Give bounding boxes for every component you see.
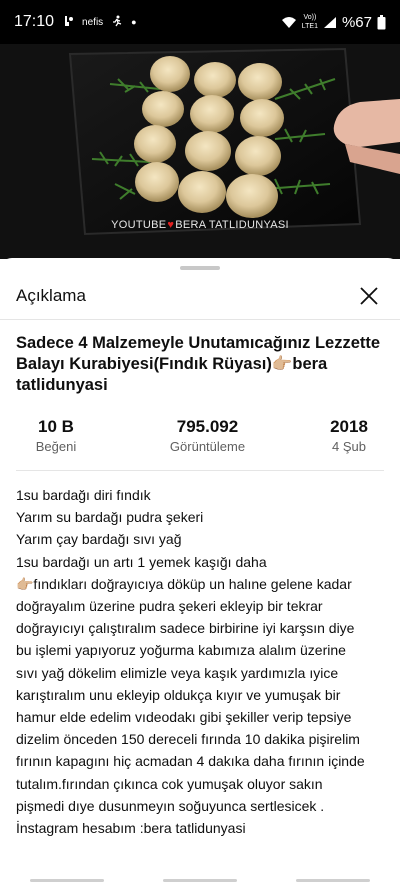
- status-left: 17:10 nefis ●: [14, 13, 137, 31]
- watermark-right: BERA TATLIDUNYASI: [175, 219, 289, 231]
- nav-back-button[interactable]: [296, 878, 371, 882]
- watermark-left: YOUTUBE: [111, 219, 167, 231]
- description-line: doğrayıcıyı çalıştıralım sadece birbirin…: [16, 620, 355, 637]
- views-stat: 795.092 Görüntüleme: [143, 416, 273, 460]
- description-line: bu işlemi yapıyoruz yoğurma kabımıza ala…: [16, 642, 346, 659]
- date-stat: 2018 4 Şub: [304, 416, 394, 460]
- network-label: nefis: [82, 16, 104, 28]
- likes-label: Beğeni: [35, 439, 77, 454]
- dot-icon: ●: [131, 17, 137, 27]
- system-nav-bar: [0, 872, 400, 888]
- description-line: Yarım çay bardağı sıvı yağ: [16, 531, 182, 548]
- stats-row: 10 B Beğeni 795.092 Görüntüleme 2018 4 Ş…: [16, 416, 384, 460]
- drag-handle[interactable]: [180, 266, 220, 270]
- status-time: 17:10: [14, 13, 55, 30]
- battery-percent: %67: [341, 13, 372, 31]
- nav-recent-button[interactable]: [29, 878, 104, 882]
- publish-year: 2018: [330, 417, 368, 436]
- views-label: Görüntüleme: [169, 439, 246, 454]
- signal-icon: [323, 16, 337, 29]
- status-bar: 17:10 nefis ● Vo)) LTE1 %67: [0, 0, 400, 44]
- description-line: İnstagram hesabım :bera tatlidunyasi: [16, 820, 246, 837]
- wifi-icon: [281, 16, 297, 29]
- nav-home-button[interactable]: [162, 878, 237, 882]
- description-sheet: Açıklama Sadece 4 Malzemeyle Unutamıcağı…: [0, 258, 400, 888]
- video-player[interactable]: YOUTUBE♥BERA TATLIDUNYASI: [0, 44, 400, 259]
- description-line: fırının kapagını hiç acmadan 4 dakıka da…: [16, 753, 365, 770]
- description-line: 1su bardağı un artı 1 yemek kaşığı daha: [16, 553, 267, 570]
- description-line: hamur elde edelim vıdeodakı gibi şekille…: [16, 709, 352, 726]
- header-divider: [0, 319, 400, 320]
- notification-icon: [62, 14, 74, 31]
- description-line: karıştıralım unu ekleyip oldukça kıyır v…: [16, 686, 341, 703]
- close-icon: [360, 287, 378, 305]
- description-line: sıvı yağ dökelim elimizle veya kaşık yar…: [16, 664, 339, 681]
- likes-stat: 10 B Beğeni: [1, 416, 111, 460]
- video-title: Sadece 4 Malzemeyle Unutamıcağınız Lezze…: [16, 334, 381, 394]
- description-line: pişmedi dıye dusunmeyın soğuyunca sertle…: [16, 797, 325, 814]
- sheet-header: Açıklama: [0, 276, 400, 316]
- description-line: tutalım.fırından çıkınca cok yumuşak olu…: [16, 775, 323, 792]
- network-badge: Vo)) LTE1: [301, 14, 318, 30]
- video-watermark: YOUTUBE♥BERA TATLIDUNYASI: [0, 219, 400, 231]
- description-line: doğrayalım üzerine pudra şekeri ekleyip …: [16, 598, 323, 615]
- description-text: 1su bardağı diri fındık Yarım su bardağı…: [16, 484, 388, 839]
- close-button[interactable]: [354, 281, 384, 311]
- runner-icon: [111, 14, 123, 31]
- stats-divider: [16, 470, 384, 471]
- description-line: 👉🏼fındıkları doğrayıcıya döküp un halıne…: [16, 575, 352, 592]
- heart-icon: ♥: [167, 219, 175, 231]
- likes-count: 10 B: [38, 417, 74, 436]
- sheet-title: Açıklama: [16, 286, 86, 305]
- publish-date: 4 Şub: [332, 439, 366, 454]
- status-right: Vo)) LTE1 %67: [281, 13, 386, 31]
- description-line: Yarım su bardağı pudra şekeri: [16, 509, 204, 526]
- description-line: dizelim önceden 150 dereceli fırında 10 …: [16, 731, 360, 748]
- description-line: 1su bardağı diri fındık: [16, 487, 151, 503]
- battery-icon: [377, 14, 386, 30]
- views-count: 795.092: [176, 417, 239, 436]
